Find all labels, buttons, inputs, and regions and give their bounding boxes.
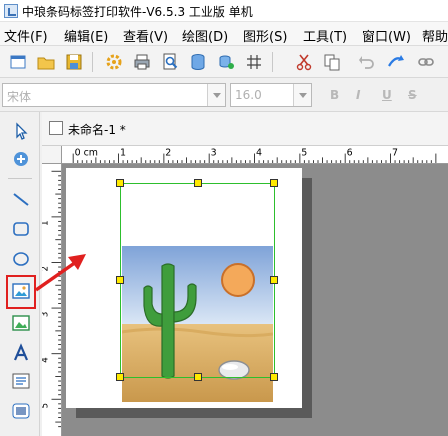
select-icon[interactable] [10,120,32,142]
underline-button[interactable]: U [382,88,392,102]
ruler-tick-label: 5 [42,403,51,408]
font-name-value: 宋体 [7,90,32,104]
menu-draw[interactable]: 绘图(D) [182,26,228,45]
vertical-ruler: 123456 [42,164,62,436]
document-tab[interactable]: 未命名-1 * [68,121,126,138]
copy-icon[interactable] [322,52,342,72]
print-icon[interactable] [132,52,152,72]
pan-icon[interactable] [10,148,32,170]
resize-handle-left[interactable] [116,276,124,284]
document-tab-bar: 未命名-1 * [42,112,448,146]
menu-shape[interactable]: 图形(S) [243,26,287,45]
line-icon[interactable] [10,188,32,210]
settings-icon[interactable] [104,52,124,72]
ruler-origin-label: 0 cm [75,147,98,158]
link-icon[interactable] [416,52,436,72]
font-toolbar: 宋体 16.0 B I U S [0,78,448,112]
menu-view[interactable]: 查看(V) [123,26,168,45]
ellipse-icon[interactable] [10,248,32,270]
menu-tools[interactable]: 工具(T) [303,26,347,45]
rounded-rect-icon[interactable] [10,218,32,240]
document-area: 未命名-1 * 0 cm 1 2 3 4 5 6 7 1 2 3 4 5 6 [42,112,448,436]
resize-handle-bottom-left[interactable] [116,373,124,381]
menu-edit[interactable]: 编辑(E) [64,26,108,45]
rich-text-icon[interactable] [10,370,32,392]
open-icon[interactable] [36,52,56,72]
ruler-tick-label: 1 [120,147,126,158]
image-icon[interactable] [10,280,32,302]
chevron-down-icon[interactable] [207,84,225,106]
ruler-tick-label: 2 [165,147,171,158]
menu-file[interactable]: 文件(F) [4,26,48,45]
resize-handle-top-right[interactable] [270,179,278,187]
tool-separator [8,178,32,179]
design-canvas[interactable] [62,164,448,436]
ruler-tick-label: 6 [347,147,353,158]
font-size-select[interactable]: 16.0 [230,83,312,107]
ruler-tick-label: 2 [42,266,51,271]
resize-handle-bottom[interactable] [194,373,202,381]
main-toolbar [0,46,448,78]
horizontal-ruler: 0 cm 1 2 3 4 5 6 7 [62,146,448,164]
menu-bar: 文件(F) 编辑(E) 查看(V) 绘图(D) 图形(S) 工具(T) 窗口(W… [0,22,448,46]
title-bar: 中琅条码标签打印软件-V6.5.3 工业版 单机 [0,0,448,22]
new-icon[interactable] [8,52,28,72]
ruler-tick-label: 5 [301,147,307,158]
ruler-tick-label: 3 [211,147,217,158]
print-preview-icon[interactable] [160,52,180,72]
image-alt-icon[interactable] [10,312,32,334]
selection-frame[interactable] [116,179,278,381]
resize-handle-right[interactable] [270,276,278,284]
app-icon [4,4,18,18]
label-paper[interactable] [66,168,302,408]
menu-help[interactable]: 帮助 [422,26,448,45]
barcode-icon[interactable] [10,400,32,422]
toolbar-separator [92,52,93,72]
ruler-corner [42,146,62,164]
ruler-tick-label: 4 [42,357,51,362]
save-icon[interactable] [64,52,84,72]
ruler-tick-label: 1 [42,220,51,225]
undo-icon[interactable] [356,52,376,72]
ruler-tick-label: 3 [42,312,51,317]
cut-icon[interactable] [294,52,314,72]
bold-button[interactable]: B [330,88,339,102]
menu-window[interactable]: 窗口(W) [362,26,411,45]
strikethrough-button[interactable]: S [408,88,417,102]
italic-button[interactable]: I [356,88,360,102]
ruler-tick-label: 4 [256,147,262,158]
grid-icon[interactable] [244,52,264,72]
window-title: 中琅条码标签打印软件-V6.5.3 工业版 单机 [22,5,253,19]
data-source-icon[interactable] [216,52,236,72]
document-icon [49,121,63,135]
text-icon[interactable] [10,342,32,364]
ruler-tick-label: 7 [392,147,398,158]
resize-handle-top-left[interactable] [116,179,124,187]
chevron-down-icon[interactable] [293,84,311,106]
resize-handle-bottom-right[interactable] [270,373,278,381]
font-size-value: 16.0 [235,88,262,102]
redo-icon[interactable] [386,52,406,72]
tool-panel [0,112,40,436]
resize-handle-top[interactable] [194,179,202,187]
font-name-select[interactable]: 宋体 [2,83,226,107]
database-icon[interactable] [188,52,208,72]
toolbar-separator [272,52,273,72]
